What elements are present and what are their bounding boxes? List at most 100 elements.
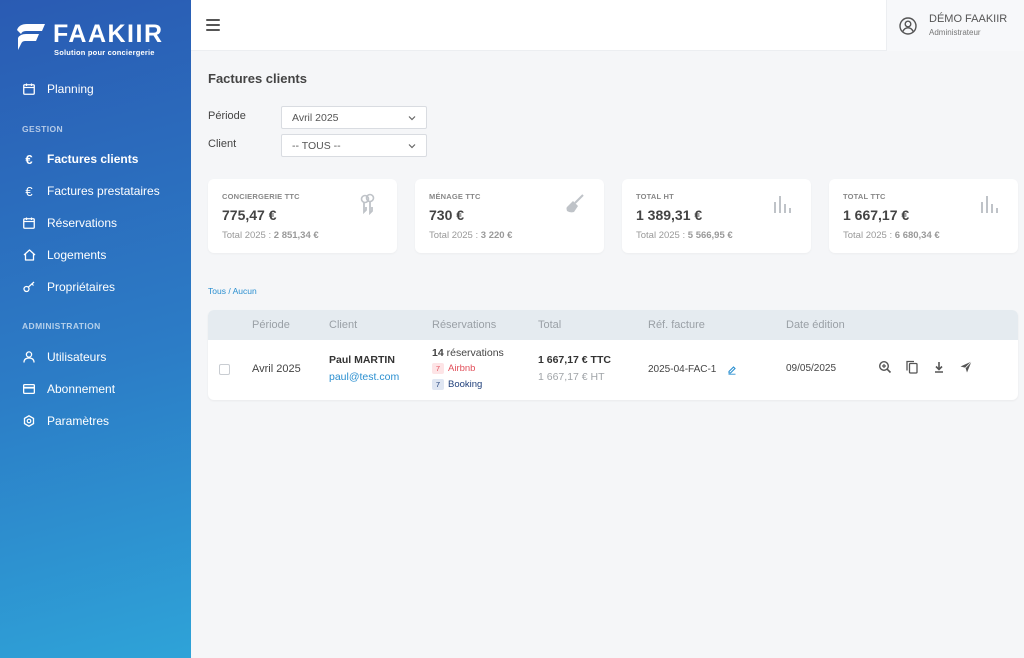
sidebar-item-proprietaires[interactable]: Propriétaires [22, 280, 115, 294]
column-header-reservations[interactable]: Réservations [432, 319, 496, 331]
send-icon[interactable] [959, 360, 973, 374]
brand-name: FAAKIIR [53, 20, 164, 48]
sidebar-item-abonnement[interactable]: Abonnement [22, 382, 115, 396]
calendar-icon [22, 216, 36, 230]
column-header-client[interactable]: Client [329, 319, 357, 331]
client-select[interactable]: -- TOUS -- [281, 134, 427, 157]
sidebar-item-logements[interactable]: Logements [22, 248, 106, 262]
select-all-link[interactable]: Tous [208, 286, 226, 296]
edit-icon[interactable] [727, 365, 737, 375]
section-administration: ADMINISTRATION [22, 321, 101, 331]
channel-name: Booking [448, 379, 483, 390]
zoom-in-icon[interactable] [878, 360, 892, 374]
row-channel-airbnb: 7 Airbnb [432, 363, 475, 374]
card-value: 730 € [429, 207, 465, 223]
card-subtotal-label: Total 2025 : [636, 230, 686, 241]
row-reservations-word: réservations [446, 347, 504, 359]
euro-icon: € [25, 151, 33, 167]
sidebar-item-parametres[interactable]: Paramètres [22, 414, 109, 428]
column-header-ref[interactable]: Réf. facture [648, 319, 705, 331]
sidebar-item-planning[interactable]: Planning [22, 82, 94, 96]
card-value: 1 389,31 € [636, 207, 703, 223]
sidebar-item-label: Factures prestataires [47, 184, 160, 198]
row-ref: 2025-04-FAC-1 [648, 364, 717, 375]
row-client-name: Paul MARTIN [329, 354, 395, 366]
user-name: DÉMO FAAKIIR [929, 13, 1008, 25]
row-reservations-count: 14 [432, 347, 444, 359]
row-reservations-summary: 14 réservations [432, 347, 504, 359]
card-total-ttc: TOTAL TTC 1 667,17 € Total 2025 : 6 680,… [829, 179, 1018, 253]
card-value: 1 667,17 € [843, 207, 910, 223]
channel-count-badge: 7 [432, 379, 444, 390]
card-subtotal-label: Total 2025 : [222, 230, 272, 241]
user-role: Administrateur [929, 28, 981, 37]
client-select-value: -- TOUS -- [292, 140, 341, 152]
card-subtotal: Total 2025 : 6 680,34 € [843, 230, 940, 241]
period-select[interactable]: Avril 2025 [281, 106, 427, 129]
sidebar: FAAKIIR Solution pour conciergerie Plann… [0, 0, 191, 658]
card-label: TOTAL TTC [843, 192, 886, 201]
sidebar-item-label: Planning [47, 82, 94, 96]
page-title: Factures clients [208, 71, 307, 86]
gear-icon [22, 414, 36, 428]
card-total-ht: TOTAL HT 1 389,31 € Total 2025 : 5 566,9… [622, 179, 811, 253]
calendar-icon [22, 82, 36, 96]
sidebar-item-label: Abonnement [47, 382, 116, 396]
column-header-date[interactable]: Date édition [786, 319, 845, 331]
brand-tagline: Solution pour conciergerie [54, 48, 155, 57]
select-none-link[interactable]: Aucun [233, 286, 257, 296]
selection-links: Tous / Aucun [208, 286, 257, 296]
table-header: Période Client Réservations Total Réf. f… [208, 310, 1018, 340]
sidebar-item-label: Paramètres [47, 414, 110, 428]
card-menage: MÉNAGE TTC 730 € Total 2025 : 3 220 € [415, 179, 604, 253]
download-icon[interactable] [932, 360, 946, 374]
card-subtotal: Total 2025 : 5 566,95 € [636, 230, 733, 241]
column-header-total[interactable]: Total [538, 319, 561, 331]
sidebar-item-label: Logements [47, 248, 107, 262]
menu-toggle-icon[interactable] [206, 19, 220, 31]
column-header-period[interactable]: Période [252, 319, 290, 331]
channel-count-badge: 7 [432, 363, 444, 374]
card-subtotal: Total 2025 : 3 220 € [429, 230, 512, 241]
channel-name: Airbnb [448, 363, 476, 374]
period-label: Période [208, 110, 246, 122]
euro-icon: € [25, 183, 33, 199]
card-subtotal: Total 2025 : 2 851,34 € [222, 230, 319, 241]
bar-chart-icon [981, 196, 998, 213]
period-select-value: Avril 2025 [292, 112, 339, 124]
keys-icon [360, 193, 375, 215]
sidebar-item-factures-prestataires[interactable]: € Factures prestataires [22, 183, 160, 199]
card-value: 775,47 € [222, 207, 277, 223]
card-conciergerie: CONCIERGERIE TTC 775,47 € Total 2025 : 2… [208, 179, 397, 253]
card-subtotal-value: 6 680,34 € [894, 230, 940, 241]
sidebar-item-label: Propriétaires [47, 280, 116, 294]
card-subtotal-value: 2 851,34 € [273, 230, 319, 241]
row-client-email[interactable]: paul@test.com [329, 371, 399, 383]
row-total-ht: 1 667,17 € HT [538, 371, 605, 383]
copy-icon[interactable] [905, 360, 919, 374]
row-total-ttc: 1 667,17 € TTC [538, 354, 611, 366]
card-subtotal-value: 5 566,95 € [687, 230, 733, 241]
card-label: MÉNAGE TTC [429, 192, 481, 201]
home-icon [22, 248, 36, 262]
row-period: Avril 2025 [252, 363, 301, 375]
user-menu[interactable]: DÉMO FAAKIIR Administrateur [886, 0, 1024, 51]
top-bar: DÉMO FAAKIIR Administrateur [191, 0, 1024, 51]
sidebar-item-utilisateurs[interactable]: Utilisateurs [22, 350, 106, 364]
sidebar-item-reservations[interactable]: Réservations [22, 216, 117, 230]
row-date: 09/05/2025 [786, 363, 837, 374]
key-icon [22, 280, 36, 294]
user-avatar-icon [899, 17, 917, 35]
card-label: TOTAL HT [636, 192, 674, 201]
broom-icon [566, 194, 584, 213]
card-subtotal-label: Total 2025 : [429, 230, 479, 241]
sidebar-item-factures-clients[interactable]: € Factures clients [22, 151, 139, 167]
sidebar-item-label: Factures clients [47, 152, 139, 166]
chevron-down-icon [408, 116, 416, 121]
sidebar-item-label: Réservations [47, 216, 118, 230]
invoices-table: Période Client Réservations Total Réf. f… [208, 310, 1018, 400]
row-channel-booking: 7 Booking [432, 379, 482, 390]
logo-mark-icon [17, 24, 45, 50]
brand-logo[interactable]: FAAKIIR Solution pour conciergerie [15, 20, 175, 60]
row-checkbox[interactable] [219, 364, 230, 375]
